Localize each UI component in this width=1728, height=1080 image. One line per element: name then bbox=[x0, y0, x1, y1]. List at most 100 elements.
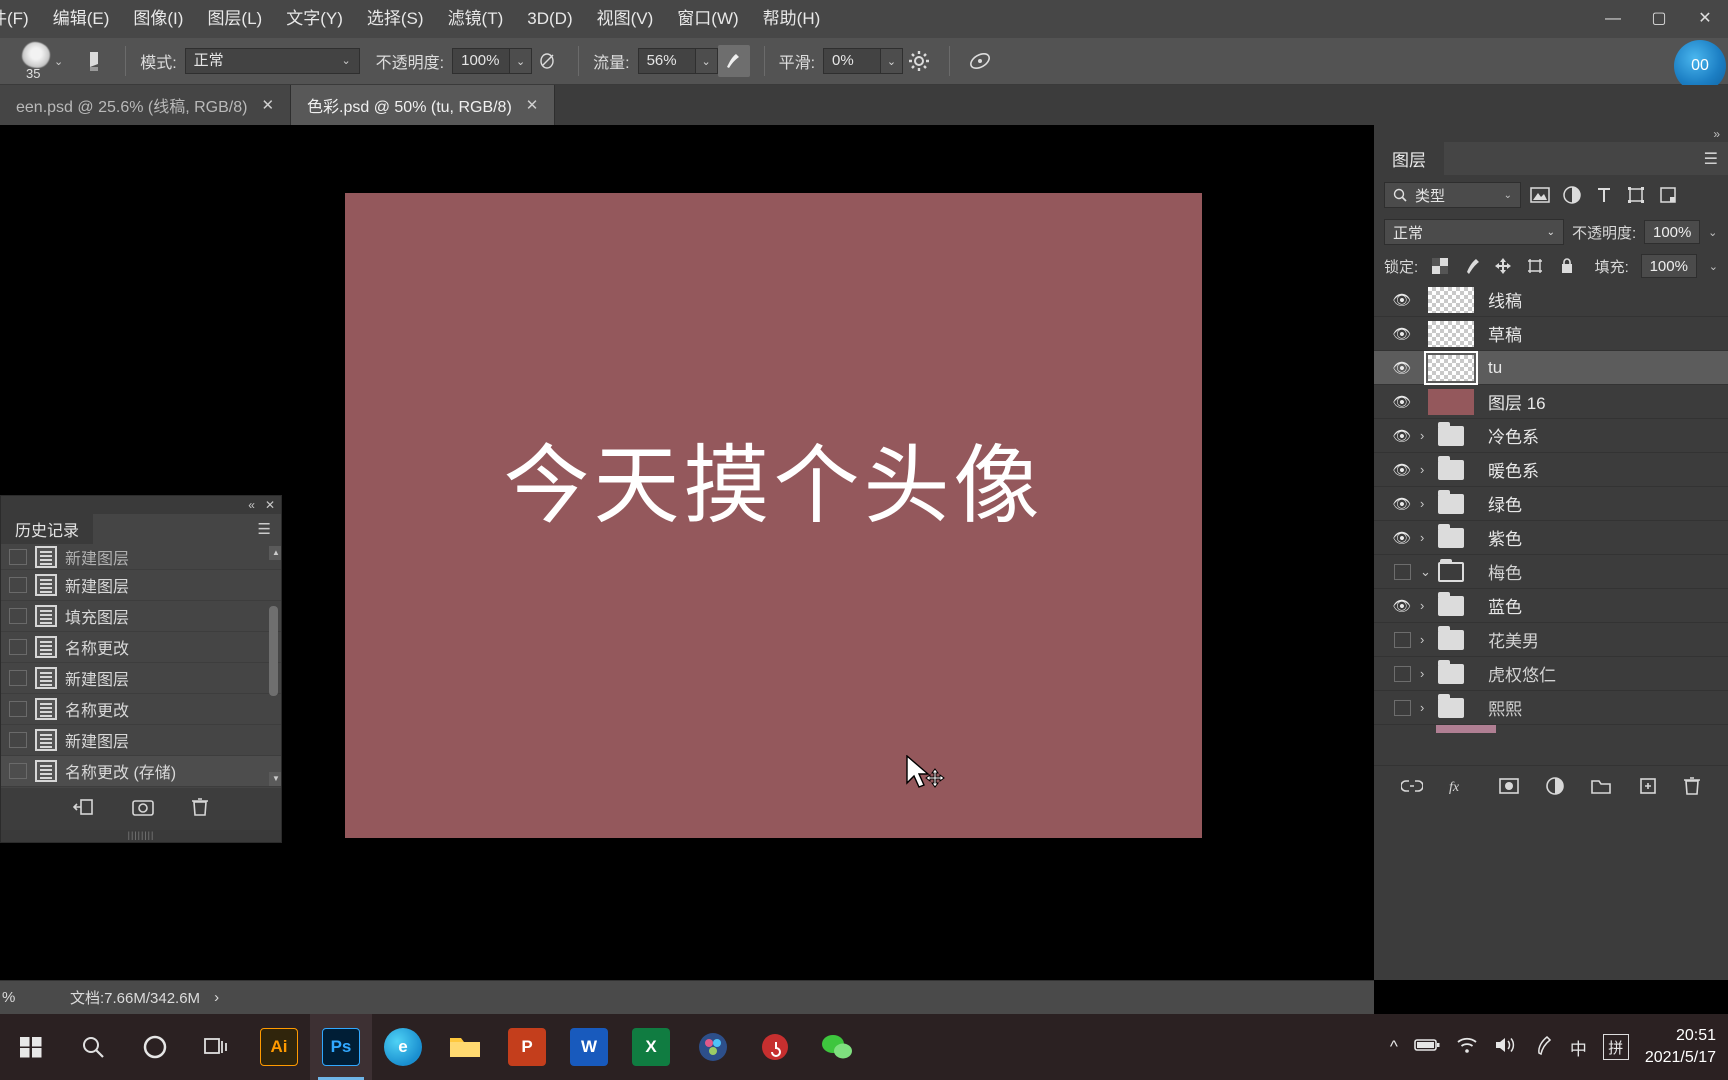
layer-group-row[interactable]: 👁 › 紫色 bbox=[1374, 521, 1728, 555]
layer-visibility-toggle[interactable]: 👁 bbox=[1384, 495, 1420, 513]
layer-group-row[interactable]: 👁 › 蓝色 bbox=[1374, 589, 1728, 623]
smooth-input[interactable]: 0% bbox=[823, 48, 882, 74]
layer-thumbnail[interactable] bbox=[1420, 320, 1482, 347]
taskbar-app-netease-music[interactable] bbox=[744, 1014, 806, 1080]
battery-icon[interactable] bbox=[1414, 1037, 1440, 1058]
layer-visibility-toggle[interactable]: 👁 bbox=[1384, 325, 1420, 343]
list-item[interactable]: 名称更改 bbox=[1, 694, 281, 725]
brush-preset-picker[interactable]: 35 ⌄ bbox=[0, 38, 71, 84]
history-snapshot-checkbox[interactable] bbox=[9, 639, 27, 655]
chevron-right-icon[interactable]: › bbox=[1420, 530, 1432, 545]
lock-all-icon[interactable] bbox=[1557, 256, 1577, 276]
chevron-down-icon[interactable]: ⌄ bbox=[1420, 564, 1432, 580]
menu-item-layer[interactable]: 图层(L) bbox=[195, 0, 274, 38]
history-snapshot-checkbox[interactable] bbox=[9, 732, 27, 748]
list-item[interactable]: 新建图层 bbox=[1, 570, 281, 601]
layer-thumbnail[interactable] bbox=[1420, 286, 1482, 313]
taskbar-app-wechat[interactable] bbox=[806, 1014, 868, 1080]
layer-visibility-toggle[interactable]: 👁 bbox=[1384, 597, 1420, 615]
chevron-down-icon[interactable]: ⌄ bbox=[1709, 260, 1718, 273]
group-toggle[interactable]: › bbox=[1420, 625, 1482, 650]
start-button[interactable] bbox=[0, 1014, 62, 1080]
chevron-double-right-icon[interactable]: » bbox=[1713, 127, 1720, 141]
list-item[interactable]: 名称更改 bbox=[1, 632, 281, 663]
list-item[interactable]: 新建图层 bbox=[1, 663, 281, 694]
pressure-opacity-icon[interactable] bbox=[532, 45, 564, 77]
layer-visibility-toggle[interactable]: 👁 bbox=[1384, 529, 1420, 547]
layer-name[interactable]: 草稿 bbox=[1482, 321, 1522, 346]
group-toggle[interactable]: › bbox=[1420, 693, 1482, 718]
new-group-icon[interactable] bbox=[1590, 777, 1612, 800]
chevron-right-icon[interactable]: › bbox=[1420, 700, 1432, 715]
wifi-icon[interactable] bbox=[1456, 1036, 1478, 1059]
layer-name[interactable]: 线稿 bbox=[1482, 287, 1522, 312]
close-icon[interactable]: ✕ bbox=[526, 96, 539, 114]
zoom-level-field[interactable]: % bbox=[0, 989, 70, 1006]
layer-opacity-input[interactable]: 100% bbox=[1644, 220, 1701, 244]
list-item[interactable]: 新建图层 bbox=[1, 725, 281, 756]
layer-group-row[interactable]: › 花美男 bbox=[1374, 623, 1728, 657]
document-tab-1[interactable]: een.psd @ 25.6% (线稿, RGB/8) ✕ bbox=[0, 85, 292, 125]
scroll-up-arrow-icon[interactable]: ▲ bbox=[269, 546, 281, 560]
layer-group-row[interactable]: 👁 › 冷色系 bbox=[1374, 419, 1728, 453]
panel-menu-icon[interactable]: ☰ bbox=[1704, 142, 1728, 175]
layer-name[interactable]: 熙熙 bbox=[1482, 695, 1522, 720]
layer-name[interactable]: 蓝色 bbox=[1482, 593, 1522, 618]
layer-name[interactable]: tu bbox=[1482, 358, 1502, 378]
link-layers-icon[interactable] bbox=[1399, 778, 1424, 799]
volume-icon[interactable] bbox=[1494, 1035, 1518, 1060]
taskbar-app-photoshop[interactable]: Ps bbox=[310, 1014, 372, 1080]
ime-mode-indicator[interactable]: 中 bbox=[1570, 1035, 1587, 1060]
lock-artboard-icon[interactable] bbox=[1525, 256, 1545, 276]
cortana-circle-icon[interactable] bbox=[124, 1014, 186, 1080]
history-snapshot-checkbox[interactable] bbox=[9, 548, 27, 565]
group-toggle[interactable]: ⌄ bbox=[1420, 558, 1482, 582]
task-view-icon[interactable] bbox=[186, 1014, 248, 1080]
list-item-current[interactable]: 名称更改 (存储) bbox=[1, 756, 281, 787]
close-icon[interactable]: ✕ bbox=[261, 96, 274, 114]
layer-row[interactable]: 👁 线稿 bbox=[1374, 283, 1728, 317]
menu-item-window[interactable]: 窗口(W) bbox=[665, 0, 750, 38]
scrollbar-thumb[interactable] bbox=[269, 606, 278, 696]
layer-name[interactable]: 绿色 bbox=[1482, 491, 1522, 516]
group-toggle[interactable]: › bbox=[1420, 591, 1482, 616]
scroll-down-arrow-icon[interactable]: ▼ bbox=[269, 772, 281, 786]
menu-item-edit[interactable]: 编辑(E) bbox=[41, 0, 122, 38]
panel-menu-icon[interactable]: ☰ bbox=[258, 514, 281, 544]
layer-row[interactable]: 👁 草稿 bbox=[1374, 317, 1728, 351]
list-item[interactable]: 新建图层 bbox=[1, 544, 281, 570]
layer-thumbnail[interactable] bbox=[1420, 388, 1482, 415]
smart-object-filter-icon[interactable] bbox=[1655, 182, 1681, 208]
taskbar-app-davinci[interactable] bbox=[682, 1014, 744, 1080]
layer-visibility-toggle[interactable] bbox=[1384, 665, 1420, 682]
collapse-icon[interactable]: « bbox=[248, 498, 255, 512]
new-adjustment-layer-icon[interactable] bbox=[1545, 776, 1565, 801]
taskbar-app-excel[interactable]: X bbox=[620, 1014, 682, 1080]
brush-panel-icon[interactable] bbox=[79, 45, 111, 77]
history-snapshot-checkbox[interactable] bbox=[9, 763, 27, 779]
artboard[interactable]: 今天摸个头像 bbox=[345, 193, 1202, 838]
layer-row-selected[interactable]: 👁 tu bbox=[1374, 350, 1728, 385]
taskbar-app-explorer[interactable] bbox=[434, 1014, 496, 1080]
chevron-right-icon[interactable]: › bbox=[1420, 496, 1432, 511]
layer-group-row[interactable]: › 熙熙 bbox=[1374, 691, 1728, 725]
menu-item-help[interactable]: 帮助(H) bbox=[751, 0, 833, 38]
history-snapshot-checkbox[interactable] bbox=[9, 577, 27, 593]
group-toggle[interactable]: › bbox=[1420, 455, 1482, 480]
menu-item-image[interactable]: 图像(I) bbox=[121, 0, 195, 38]
gear-icon[interactable] bbox=[903, 45, 935, 77]
lock-image-pixels-icon[interactable] bbox=[1462, 256, 1482, 276]
chevron-right-icon[interactable]: › bbox=[1420, 598, 1432, 613]
panel-resize-grip[interactable]: |||||||| bbox=[1, 830, 281, 840]
layer-group-row[interactable]: › 虎权悠仁 bbox=[1374, 657, 1728, 691]
smooth-stepper[interactable]: ⌄ bbox=[881, 48, 904, 74]
history-scrollbar[interactable]: ▲ ▼ bbox=[269, 546, 281, 786]
chevron-right-icon[interactable]: › bbox=[1420, 428, 1432, 443]
tab-layers[interactable]: 图层 bbox=[1374, 142, 1444, 175]
menu-item-type[interactable]: 文字(Y) bbox=[274, 0, 355, 38]
brush-settings-toggle[interactable] bbox=[71, 38, 119, 84]
layer-visibility-toggle[interactable]: 👁 bbox=[1384, 393, 1420, 411]
list-item[interactable]: 填充图层 bbox=[1, 601, 281, 632]
tab-history[interactable]: 历史记录 bbox=[1, 514, 94, 544]
menu-item-3d[interactable]: 3D(D) bbox=[515, 0, 584, 38]
